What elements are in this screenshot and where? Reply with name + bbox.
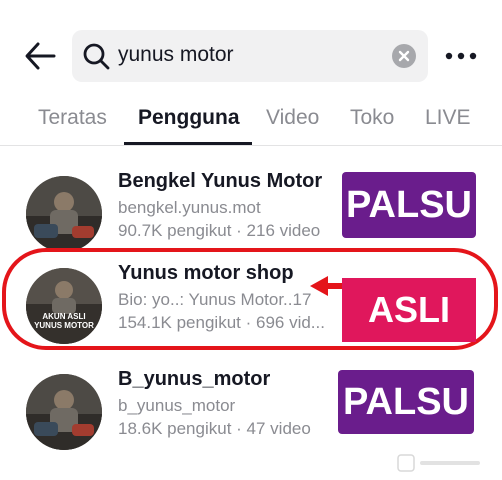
avatar-caption: AKUN ASLI YUNUS MOTOR — [34, 312, 94, 330]
result-handle: b_yunus_motor — [118, 396, 236, 415]
clear-search-button[interactable] — [392, 44, 416, 68]
result-stats: 18.6K pengikut · 47 video — [118, 419, 311, 438]
result-handle: Bio: yo..: Yunus Motor..17 — [118, 290, 312, 309]
search-icon — [83, 43, 110, 70]
fake-label-badge: PALSU — [338, 370, 474, 434]
tab-live[interactable]: LIVE — [425, 106, 471, 130]
result-stats: 90.7K pengikut · 216 video — [118, 221, 321, 240]
result-stats: 154.1K pengikut · 696 vid... — [118, 313, 325, 332]
user-result[interactable]: B_yunus_motor b_yunus_motor 18.6K pengik… — [0, 368, 502, 464]
fake-label-badge: PALSU — [342, 172, 476, 238]
arrow-left-icon — [25, 42, 56, 70]
watermark — [396, 452, 486, 474]
avatar[interactable] — [26, 176, 102, 252]
active-tab-indicator — [124, 142, 252, 145]
clear-icon — [398, 50, 410, 62]
result-handle: bengkel.yunus.mot — [118, 198, 261, 217]
more-button[interactable] — [444, 42, 478, 70]
search-query[interactable]: yunus motor — [118, 43, 234, 67]
tab-video[interactable]: Video — [266, 106, 319, 130]
real-label-badge: ASLI — [342, 278, 476, 342]
tab-pengguna[interactable]: Pengguna — [138, 106, 240, 130]
tab-toko[interactable]: Toko — [350, 106, 394, 130]
back-button[interactable] — [22, 38, 62, 74]
result-name[interactable]: Yunus motor shop — [118, 262, 294, 285]
search-input[interactable]: yunus motor — [72, 30, 428, 82]
result-name[interactable]: B_yunus_motor — [118, 368, 270, 391]
more-horizontal-icon — [445, 52, 477, 60]
avatar[interactable]: AKUN ASLI YUNUS MOTOR — [26, 268, 102, 344]
avatar[interactable] — [26, 374, 102, 450]
result-name[interactable]: Bengkel Yunus Motor — [118, 170, 322, 193]
tab-teratas[interactable]: Teratas — [38, 106, 107, 130]
user-result[interactable]: AKUN ASLI YUNUS MOTOR Yunus motor shop B… — [0, 262, 502, 358]
result-tabs: Teratas Pengguna Video Toko LIVE — [0, 96, 502, 146]
search-header: yunus motor — [0, 0, 502, 96]
